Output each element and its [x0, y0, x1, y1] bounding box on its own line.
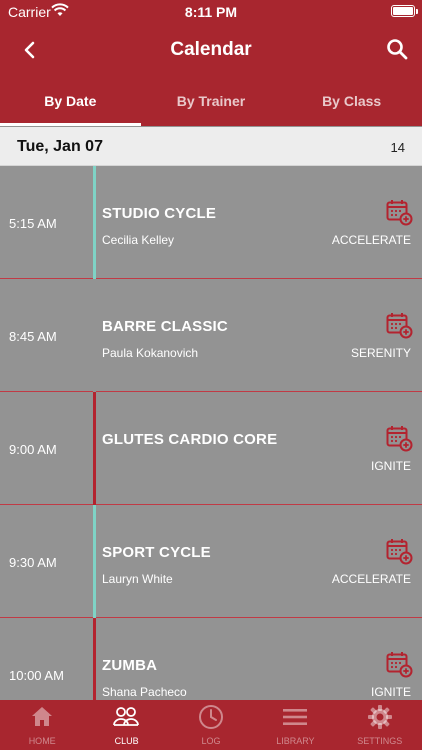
- calendar-add-icon[interactable]: [386, 651, 413, 678]
- nav-log[interactable]: LOG: [169, 700, 253, 750]
- search-button[interactable]: [385, 37, 409, 61]
- calendar-add-icon[interactable]: [386, 425, 413, 452]
- home-icon: [32, 707, 52, 726]
- nav-label: CLUB: [114, 736, 139, 746]
- class-accent-bar: [93, 279, 96, 392]
- class-row[interactable]: 8:45 AM BARRE CLASSIC Paula Kokanovich S…: [0, 279, 422, 392]
- calendar-add-icon[interactable]: [386, 312, 413, 339]
- nav-bar: Calendar: [0, 30, 422, 70]
- class-row[interactable]: 9:00 AM GLUTES CARDIO CORE IGNITE: [0, 392, 422, 505]
- class-name: GLUTES CARDIO CORE: [102, 431, 278, 448]
- nav-club[interactable]: CLUB: [84, 700, 168, 750]
- clock-icon: [198, 705, 223, 729]
- section-date: Tue, Jan 07: [17, 138, 103, 155]
- class-row[interactable]: 10:00 AM ZUMBA Shana Pacheco IGNITE: [0, 618, 422, 700]
- nav-label: LOG: [201, 736, 221, 746]
- class-name: ZUMBA: [102, 657, 158, 674]
- nav-label: LIBRARY: [276, 736, 315, 746]
- class-name: BARRE CLASSIC: [102, 318, 228, 335]
- menu-lines-icon: [283, 709, 308, 725]
- nav-settings[interactable]: SETTINGS: [338, 700, 422, 750]
- tab-by-class[interactable]: By Class: [281, 80, 422, 126]
- status-time: 8:11 PM: [184, 4, 238, 20]
- class-count: 14: [390, 140, 405, 155]
- class-trainer: Shana Pacheco: [102, 685, 187, 699]
- nav-label: HOME: [28, 736, 56, 746]
- nav-home[interactable]: HOME: [0, 700, 84, 750]
- tab-by-trainer[interactable]: By Trainer: [141, 80, 282, 126]
- class-time: 9:00 AM: [9, 442, 57, 457]
- class-category: ACCELERATE: [331, 572, 411, 586]
- class-trainer: Paula Kokanovich: [102, 346, 199, 360]
- gear-icon: [367, 705, 392, 729]
- nav-label: SETTINGS: [357, 736, 403, 746]
- battery-icon: [391, 5, 418, 17]
- calendar-add-icon[interactable]: [386, 199, 413, 226]
- class-row[interactable]: 9:30 AM SPORT CYCLE Lauryn White ACCELER…: [0, 505, 422, 618]
- class-list: 5:15 AM STUDIO CYCLE Cecilia Kelley ACCE…: [0, 166, 422, 700]
- page-title: Calendar: [170, 39, 252, 60]
- calendar-add-icon[interactable]: [386, 538, 413, 565]
- class-row[interactable]: 5:15 AM STUDIO CYCLE Cecilia Kelley ACCE…: [0, 166, 422, 279]
- class-name: STUDIO CYCLE: [102, 205, 217, 222]
- class-time: 5:15 AM: [9, 216, 57, 231]
- bottom-nav: HOME CLUB LOG LIBRARY SETTINGS: [0, 700, 422, 750]
- class-time: 9:30 AM: [9, 555, 57, 570]
- class-accent-bar: [93, 392, 96, 505]
- class-time: 8:45 AM: [9, 329, 57, 344]
- class-time: 10:00 AM: [9, 668, 64, 683]
- nav-library[interactable]: LIBRARY: [253, 700, 337, 750]
- status-bar: Carrier 8:11 PM: [0, 0, 422, 24]
- class-category: ACCELERATE: [331, 233, 411, 247]
- tab-bar: By Date By Trainer By Class: [0, 80, 422, 126]
- class-trainer: Lauryn White: [102, 572, 173, 586]
- class-category: IGNITE: [370, 685, 411, 699]
- class-category: SERENITY: [350, 346, 411, 360]
- date-section-header: Tue, Jan 07 14: [0, 127, 422, 166]
- class-accent-bar: [93, 166, 96, 279]
- class-accent-bar: [93, 505, 96, 618]
- class-accent-bar: [93, 618, 96, 700]
- class-category: IGNITE: [370, 459, 411, 473]
- app-header: Carrier 8:11 PM Calendar By Date By Trai…: [0, 0, 422, 126]
- tab-by-date[interactable]: By Date: [0, 80, 141, 126]
- class-name: SPORT CYCLE: [102, 544, 211, 561]
- class-trainer: Cecilia Kelley: [102, 233, 175, 247]
- club-people-icon: [113, 707, 140, 726]
